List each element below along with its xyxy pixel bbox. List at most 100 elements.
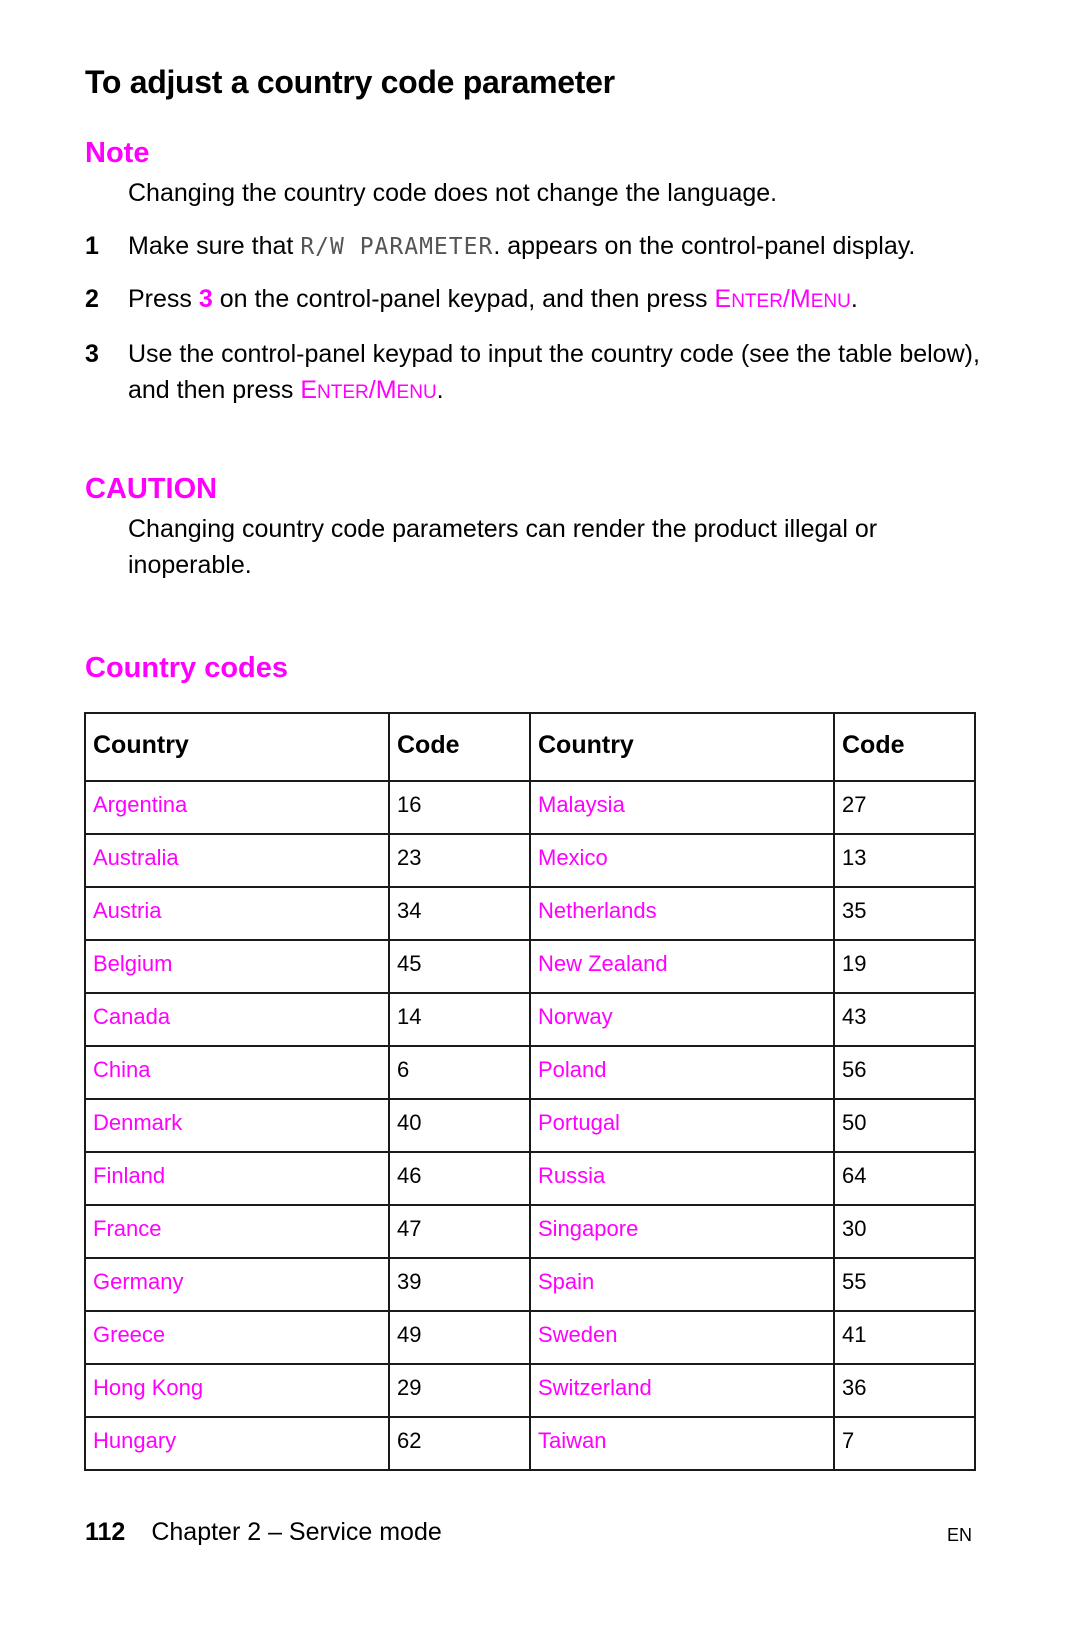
table-row: Hong Kong 29 Switzerland 36 <box>84 1363 976 1418</box>
table-row: Austria 34 Netherlands 35 <box>84 886 976 941</box>
slash: / <box>368 376 376 404</box>
country-code: 45 <box>388 939 531 994</box>
country-name[interactable]: China <box>84 1045 390 1100</box>
country-codes-heading: Country codes <box>85 652 289 684</box>
chapter-label: Chapter 2 – Service mode <box>151 1518 442 1546</box>
column-header-code: Code <box>833 712 976 782</box>
table-row: Belgium 45 New Zealand 19 <box>84 939 976 994</box>
table-row: Germany 39 Spain 55 <box>84 1257 976 1312</box>
note-text: Changing the country code does not chang… <box>128 179 778 207</box>
country-name[interactable]: Canada <box>84 992 390 1047</box>
country-code: 47 <box>388 1204 531 1259</box>
step-1: 1 Make sure that R/W PARAMETER. appears … <box>85 228 985 265</box>
country-code: 23 <box>388 833 531 888</box>
step-3: 3 Use the control-panel keypad to input … <box>85 336 985 411</box>
country-name[interactable]: Spain <box>529 1257 835 1312</box>
lcd-display-text: R/W PARAMETER <box>300 234 494 260</box>
country-name[interactable]: Switzerland <box>529 1363 835 1418</box>
enter-rest: NTER <box>731 291 783 312</box>
enter-initial: E <box>300 376 318 404</box>
country-code: 36 <box>833 1363 976 1418</box>
country-code: 62 <box>388 1416 531 1471</box>
country-code: 39 <box>388 1257 531 1312</box>
country-name[interactable]: Australia <box>84 833 390 888</box>
enter-menu-button-label: ENTER/MENU <box>300 376 436 404</box>
country-code: 16 <box>388 780 531 835</box>
table-row: Denmark 40 Portugal 50 <box>84 1098 976 1153</box>
table-header-row: Country Code Country Code <box>84 712 976 782</box>
country-name[interactable]: Finland <box>84 1151 390 1206</box>
table-row: Hungary 62 Taiwan 7 <box>84 1416 976 1471</box>
table-row: Australia 23 Mexico 13 <box>84 833 976 888</box>
country-code: 40 <box>388 1098 531 1153</box>
column-header-code: Code <box>388 712 531 782</box>
country-code: 64 <box>833 1151 976 1206</box>
table-row: Argentina 16 Malaysia 27 <box>84 780 976 835</box>
caution-text: Changing country code parameters can ren… <box>128 515 878 579</box>
country-code: 27 <box>833 780 976 835</box>
country-name[interactable]: Sweden <box>529 1310 835 1365</box>
country-name[interactable]: Taiwan <box>529 1416 835 1471</box>
country-name[interactable]: Denmark <box>84 1098 390 1153</box>
country-name[interactable]: Argentina <box>84 780 390 835</box>
country-name[interactable]: Norway <box>529 992 835 1047</box>
step-text: Use the control-panel keypad to input th… <box>128 340 980 404</box>
country-code: 46 <box>388 1151 531 1206</box>
table-row: China 6 Poland 56 <box>84 1045 976 1100</box>
country-name[interactable]: New Zealand <box>529 939 835 994</box>
country-name[interactable]: Netherlands <box>529 886 835 941</box>
step-text: Press <box>128 285 199 313</box>
column-header-country: Country <box>529 712 835 782</box>
country-code: 49 <box>388 1310 531 1365</box>
language-code: EN <box>947 1525 973 1545</box>
caution-heading: CAUTION <box>85 473 218 505</box>
steps-list: 1 Make sure that R/W PARAMETER. appears … <box>85 228 985 427</box>
country-name[interactable]: Russia <box>529 1151 835 1206</box>
country-code: 7 <box>833 1416 976 1471</box>
country-name[interactable]: Portugal <box>529 1098 835 1153</box>
step-number: 3 <box>85 340 99 368</box>
slash: / <box>782 285 790 313</box>
table-row: Finland 46 Russia 64 <box>84 1151 976 1206</box>
page-number: 112 <box>85 1518 126 1546</box>
step-number: 2 <box>85 285 99 313</box>
column-header-country: Country <box>84 712 390 782</box>
step-2: 2 Press 3 on the control-panel keypad, a… <box>85 281 985 320</box>
country-code: 30 <box>833 1204 976 1259</box>
menu-initial: M <box>789 285 811 313</box>
country-name[interactable]: Austria <box>84 886 390 941</box>
country-code: 56 <box>833 1045 976 1100</box>
step-text: . <box>436 376 444 404</box>
country-name[interactable]: Mexico <box>529 833 835 888</box>
menu-rest: ENU <box>810 291 851 312</box>
country-name[interactable]: Malaysia <box>529 780 835 835</box>
country-codes-table: Country Code Country Code Argentina 16 Mal… <box>84 712 976 1471</box>
step-text: Make sure that <box>128 232 301 260</box>
country-name[interactable]: Hungary <box>84 1416 390 1471</box>
country-name[interactable]: Germany <box>84 1257 390 1312</box>
note-heading: Note <box>85 137 150 169</box>
enter-rest: NTER <box>317 382 369 403</box>
key-3-label: 3 <box>198 285 213 313</box>
country-code: 14 <box>388 992 531 1047</box>
table-row: France 47 Singapore 30 <box>84 1204 976 1259</box>
country-code: 50 <box>833 1098 976 1153</box>
page-title: To adjust a country code parameter <box>85 64 615 100</box>
step-text: . <box>850 285 858 313</box>
step-number: 1 <box>85 232 99 260</box>
table-row: Canada 14 Norway 43 <box>84 992 976 1047</box>
country-name[interactable]: Singapore <box>529 1204 835 1259</box>
country-code: 19 <box>833 939 976 994</box>
country-name[interactable]: Belgium <box>84 939 390 994</box>
country-code: 34 <box>388 886 531 941</box>
country-code: 29 <box>388 1363 531 1418</box>
country-name[interactable]: France <box>84 1204 390 1259</box>
country-code: 41 <box>833 1310 976 1365</box>
table-row: Greece 49 Sweden 41 <box>84 1310 976 1365</box>
country-code: 6 <box>388 1045 531 1100</box>
country-name[interactable]: Poland <box>529 1045 835 1100</box>
enter-initial: E <box>714 285 732 313</box>
country-name[interactable]: Greece <box>84 1310 390 1365</box>
page-footer: 112 Chapter 2 – Service mode <box>85 1518 442 1547</box>
country-name[interactable]: Hong Kong <box>84 1363 390 1418</box>
